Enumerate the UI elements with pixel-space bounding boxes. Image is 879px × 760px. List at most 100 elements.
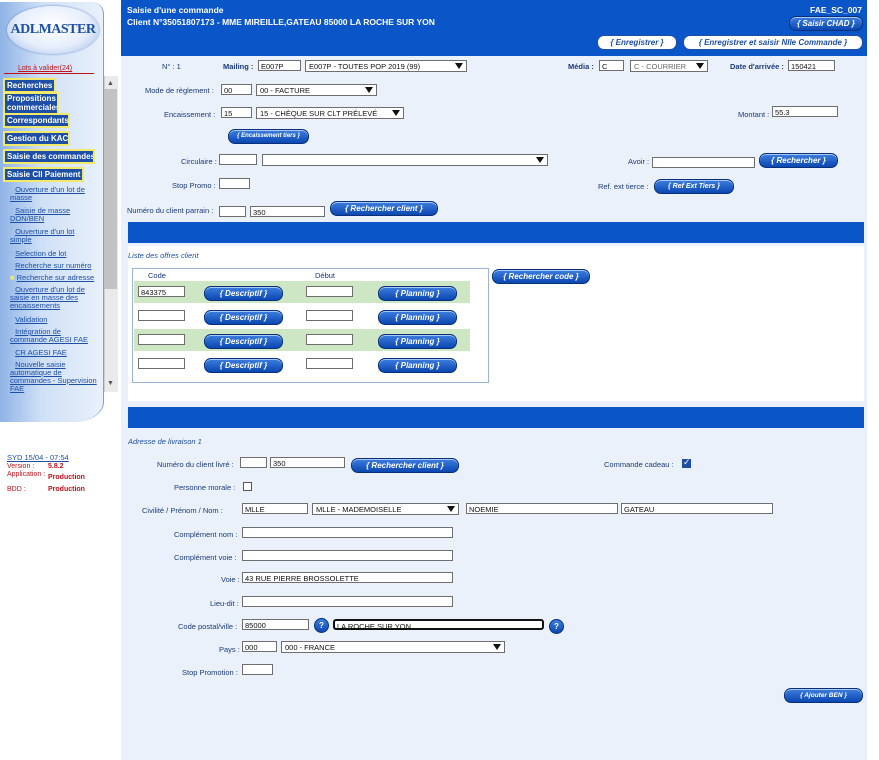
col-code-header: Code	[148, 271, 166, 280]
save-and-new-button[interactable]: { Enregistrer et saisir Nlle Commande }	[683, 35, 863, 50]
mailing-label: Mailing :	[223, 62, 254, 71]
stop-promotion-input[interactable]	[242, 664, 273, 675]
country-code-input[interactable]: 000	[242, 641, 277, 652]
nav-saisie-cll-paiement[interactable]: Saisie Cll Paiement	[3, 167, 84, 182]
stop-promotion-label: Stop Promotion :	[182, 668, 238, 677]
civility-select[interactable]: MLLE - MADEMOISELLE	[312, 503, 459, 515]
circulaire-select[interactable]	[262, 154, 548, 166]
voie-input[interactable]: 43 RUE PIERRE BROSSOLETTE	[242, 572, 453, 583]
planning-button[interactable]: { Planning }	[378, 286, 457, 301]
offers-title: Liste des offres client	[128, 251, 199, 260]
saisir-chad-button[interactable]: { Saisir CHAD }	[789, 16, 863, 31]
scroll-up-icon[interactable]: ▲	[104, 78, 117, 90]
parrain-number-input[interactable]: 350	[250, 206, 325, 217]
sublink-ouverture-lot-masse[interactable]: ° Ouverture d'un lot de masse	[10, 186, 98, 202]
scroll-down-icon[interactable]: ▼	[104, 378, 117, 390]
sublink-cr-agesi[interactable]: ° CR AGESI FAE	[10, 349, 98, 357]
sublink-nouvelle-saisie-auto[interactable]: ° Nouvelle saisie automatique de command…	[10, 361, 98, 393]
avoir-input[interactable]	[652, 157, 755, 168]
media-code-input[interactable]: C	[599, 60, 624, 71]
lieu-dit-input[interactable]	[242, 596, 453, 607]
descriptif-button[interactable]: { Descriptif }	[204, 358, 283, 373]
complement-voie-input[interactable]	[242, 550, 453, 561]
encaissement-tiers-button[interactable]: { Encaissement tiers }	[228, 129, 309, 144]
complement-nom-input[interactable]	[242, 527, 453, 538]
mailing-code-input[interactable]: E007P	[258, 60, 301, 71]
encaissement-code-input[interactable]: 15	[221, 107, 252, 118]
offer-code-input[interactable]	[138, 334, 185, 345]
application-value: Production	[48, 474, 85, 481]
parrain-prefix-input[interactable]	[219, 206, 246, 217]
stop-promo-label: Stop Promo :	[172, 181, 216, 190]
sublink-selection-lot[interactable]: ° Selection de lot	[10, 250, 98, 258]
offer-code-input[interactable]	[138, 310, 185, 321]
personne-morale-label: Personne morale :	[174, 483, 236, 492]
media-select[interactable]: C - COURRIER	[630, 60, 708, 72]
montant-input[interactable]: 55.3	[772, 106, 838, 117]
circulaire-code-input[interactable]	[219, 154, 257, 165]
sublink-saisie-masse-don-ben[interactable]: ° Saisie de masse DON/BEN	[10, 207, 98, 223]
add-ben-button[interactable]: { Ajouter BEN }	[784, 688, 863, 703]
offer-code-input[interactable]: 843375	[138, 286, 185, 297]
descriptif-button[interactable]: { Descriptif }	[204, 310, 283, 325]
nav-saisie-commandes[interactable]: Saisie des commandes	[3, 149, 95, 164]
payment-mode-select[interactable]: 00 - FACTURE	[256, 84, 377, 96]
city-input[interactable]: LA ROCHE SUR YON	[333, 619, 544, 630]
nav-recherches[interactable]: Recherches	[3, 78, 56, 93]
payment-mode-code-input[interactable]: 00	[221, 84, 252, 95]
montant-label: Montant :	[738, 110, 770, 119]
ref-ext-label: Ref. ext tierce :	[598, 182, 649, 191]
lots-to-validate-link[interactable]: Lots à valider(24)	[18, 65, 72, 72]
personne-morale-checkbox[interactable]	[243, 482, 252, 491]
sublink-ouverture-lot-encaissements[interactable]: ° Ouverture d'un lot de saisie en masse …	[10, 286, 98, 310]
divider	[4, 73, 94, 74]
planning-button[interactable]: { Planning }	[378, 358, 457, 373]
civility-code-input[interactable]: MLLE	[242, 503, 308, 514]
rechercher-button[interactable]: { Rechercher }	[759, 153, 838, 168]
delivered-client-number-input[interactable]: 350	[270, 457, 345, 468]
search-code-button[interactable]: { Rechercher code }	[492, 269, 590, 284]
avoir-label: Avoir :	[628, 157, 650, 166]
nav-correspondants[interactable]: Correspondants	[3, 113, 70, 128]
mailing-select[interactable]: E007P - TOUTES POP 2019 (99)	[305, 60, 467, 72]
payment-mode-label: Mode de règlement :	[145, 86, 214, 95]
city-help-icon[interactable]: ?	[549, 619, 564, 634]
right-margin	[867, 0, 879, 760]
sidebar-scroll-thumb[interactable]	[104, 89, 117, 289]
search-delivered-client-button[interactable]: { Rechercher client }	[351, 458, 459, 473]
session-info[interactable]: SYD 15/04 - 07:54	[7, 453, 69, 462]
sublink-ouverture-lot-simple[interactable]: ° Ouverture d'un lot simple	[10, 228, 98, 244]
stop-promo-input[interactable]	[219, 178, 250, 189]
sublink-recherche-adresse[interactable]: ■ Recherche sur adresse	[10, 274, 98, 282]
arrival-date-input[interactable]: 150421	[788, 60, 835, 71]
arrival-date-label: Date d'arrivée :	[730, 62, 784, 71]
lieu-dit-label: Lieu-dit :	[210, 599, 239, 608]
gift-order-checkbox[interactable]	[682, 457, 691, 468]
encaissement-select[interactable]: 15 - CHÈQUE SUR CLT PRÉLEVÉ	[256, 107, 404, 119]
postal-code-help-icon[interactable]: ?	[314, 618, 329, 633]
sublink-validation[interactable]: ° Validation	[10, 316, 98, 324]
delivery-title: Adresse de livraison 1	[128, 437, 202, 446]
firstname-input[interactable]: NOEMIE	[466, 503, 618, 514]
descriptif-button[interactable]: { Descriptif }	[204, 334, 283, 349]
offer-debut-input[interactable]	[306, 310, 353, 321]
nav-gestion-kac[interactable]: Gestion du KAC	[3, 131, 70, 146]
planning-button[interactable]: { Planning }	[378, 334, 457, 349]
ref-ext-tiers-button[interactable]: { Ref Ext Tiers }	[654, 179, 734, 194]
sublink-recherche-numero[interactable]: ° Recherche sur numéro	[10, 262, 98, 270]
country-select[interactable]: 000 - FRANCE	[281, 641, 505, 653]
postal-code-input[interactable]: 85000	[242, 619, 309, 630]
offer-debut-input[interactable]	[306, 286, 353, 297]
sublink-integration-agesi[interactable]: ° Intégration de commande AGESI FAE	[10, 328, 98, 344]
delivered-client-prefix-input[interactable]	[240, 457, 267, 468]
offer-debut-input[interactable]	[306, 358, 353, 369]
app-logo[interactable]: ADLMASTER	[7, 6, 99, 54]
delivered-client-label: Numéro du client livré :	[157, 460, 234, 469]
descriptif-button[interactable]: { Descriptif }	[204, 286, 283, 301]
offer-code-input[interactable]	[138, 358, 185, 369]
save-button[interactable]: { Enregistrer }	[597, 35, 677, 50]
planning-button[interactable]: { Planning }	[378, 310, 457, 325]
offer-debut-input[interactable]	[306, 334, 353, 345]
lastname-input[interactable]: GATEAU	[621, 503, 773, 514]
search-client-parrain-button[interactable]: { Rechercher client }	[330, 201, 438, 216]
